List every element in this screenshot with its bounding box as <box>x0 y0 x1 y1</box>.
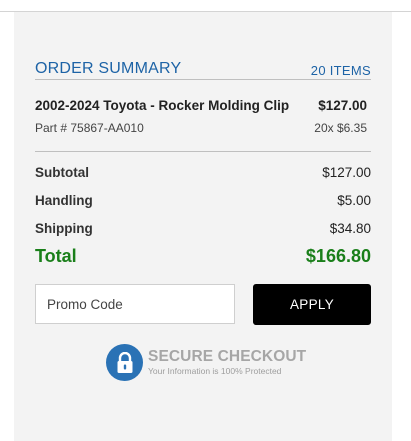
promo-code-input[interactable] <box>35 284 235 324</box>
subtotal-value: $127.00 <box>322 165 371 180</box>
total-value: $166.80 <box>305 246 371 266</box>
summary-header: ORDER SUMMARY 20 ITEMS <box>35 60 371 78</box>
secure-title: SECURE CHECKOUT <box>148 347 307 365</box>
shipping-label: Shipping <box>35 221 93 236</box>
shipping-row: Shipping $34.80 <box>35 221 371 236</box>
item-price: $127.00 <box>318 98 367 113</box>
total-row: Total $166.80 <box>35 246 371 267</box>
secure-text: SECURE CHECKOUT Your Information is 100%… <box>148 347 307 377</box>
subtotal-row: Subtotal $127.00 <box>35 165 371 180</box>
handling-value: $5.00 <box>337 193 371 208</box>
subtotal-label: Subtotal <box>35 165 89 180</box>
shipping-value: $34.80 <box>329 221 371 236</box>
item-name[interactable]: 2002-2024 Toyota - Rocker Molding Clip <box>35 98 289 113</box>
item-part-number: Part # 75867-AA010 <box>35 121 144 135</box>
apply-button[interactable]: APPLY <box>253 284 371 325</box>
items-divider <box>35 151 371 152</box>
secure-checkout-badge: SECURE CHECKOUT Your Information is 100%… <box>106 344 306 381</box>
handling-row: Handling $5.00 <box>35 193 371 208</box>
lock-icon <box>106 344 143 381</box>
summary-title: ORDER SUMMARY <box>35 60 182 77</box>
header-divider <box>35 79 371 80</box>
handling-label: Handling <box>35 193 93 208</box>
item-count: 20 ITEMS <box>310 63 371 78</box>
total-label: Total <box>35 246 77 266</box>
item-quantity: 20x $6.35 <box>314 121 367 135</box>
secure-subtitle: Your Information is 100% Protected <box>148 365 282 376</box>
